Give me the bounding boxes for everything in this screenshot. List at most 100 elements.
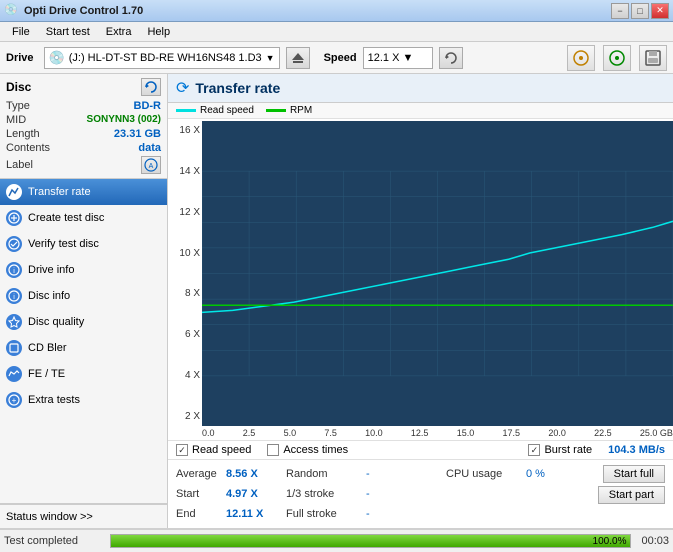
burst-rate-checkbox-box[interactable] (528, 444, 540, 456)
y-label-7: 2 X (174, 411, 200, 422)
y-label-0: 16 X (174, 125, 200, 136)
disc-button-1[interactable] (567, 45, 595, 71)
full-stroke-label: Full stroke (286, 508, 366, 520)
x-label-7: 17.5 (503, 428, 521, 438)
y-label-6: 4 X (174, 370, 200, 381)
progress-bar: 100.0% (110, 534, 631, 548)
x-label-3: 7.5 (324, 428, 337, 438)
nav-create-test-disc[interactable]: Create test disc (0, 205, 167, 231)
progress-text: 100.0% (593, 535, 627, 549)
cpu-usage-value: 0 % (526, 468, 586, 480)
read-speed-color (176, 109, 196, 112)
maximize-button[interactable]: □ (631, 3, 649, 19)
drive-label: Drive (6, 52, 34, 64)
nav-fe-te[interactable]: FE / TE (0, 361, 167, 387)
nav-cd-bler[interactable]: CD Bler (0, 335, 167, 361)
eject-button[interactable] (286, 47, 310, 69)
x-label-2: 5.0 (284, 428, 297, 438)
mid-value: SONYNN3 (002) (87, 114, 161, 126)
disc-info-icon: i (6, 288, 22, 304)
read-speed-checkbox-box[interactable] (176, 444, 188, 456)
speed-selector[interactable]: 12.1 X ▼ (363, 47, 433, 69)
cpu-usage-label: CPU usage (446, 468, 526, 480)
y-axis: 16 X 14 X 12 X 10 X 8 X 6 X 4 X 2 X (174, 121, 202, 438)
refresh-speed-button[interactable] (439, 47, 463, 69)
end-stat-label: End (176, 508, 226, 520)
nav-drive-info[interactable]: i Drive info (0, 257, 167, 283)
save-button[interactable] (639, 45, 667, 71)
drive-info-icon: i (6, 262, 22, 278)
menu-help[interactable]: Help (139, 24, 178, 40)
full-stroke-value: - (366, 508, 426, 520)
menu-file[interactable]: File (4, 24, 38, 40)
disc-refresh-button[interactable] (141, 78, 161, 96)
stats-area: Average 8.56 X Random - CPU usage 0 % St… (168, 459, 673, 528)
nav-create-test-disc-label: Create test disc (28, 212, 104, 224)
chart-legend: Read speed RPM (168, 103, 673, 119)
length-label: Length (6, 128, 40, 140)
extra-tests-icon: + (6, 392, 22, 408)
start-part-button[interactable]: Start part (598, 486, 665, 504)
svg-text:+: + (12, 396, 17, 405)
nav-transfer-rate[interactable]: Transfer rate (0, 179, 167, 205)
nav-drive-info-label: Drive info (28, 264, 74, 276)
start-full-button[interactable]: Start full (603, 465, 665, 483)
menu-extra[interactable]: Extra (98, 24, 140, 40)
drive-selector[interactable]: 💿 (J:) HL-DT-ST BD-RE WH16NS48 1.D3 ▼ (44, 47, 280, 69)
random-value: - (366, 468, 426, 480)
cd-bler-icon (6, 340, 22, 356)
disc-panel-title: Disc (6, 80, 31, 94)
chart-icon: ⟳ (176, 78, 189, 98)
app-icon: 💿 (4, 3, 20, 19)
window-controls: − □ ✕ (611, 3, 669, 19)
status-bar: Test completed 100.0% 00:03 (0, 528, 673, 552)
type-value: BD-R (134, 100, 162, 112)
nav-disc-quality[interactable]: Disc quality (0, 309, 167, 335)
nav-disc-info-label: Disc info (28, 290, 70, 302)
disc-button-2[interactable] (603, 45, 631, 71)
label-icon-button[interactable]: A (141, 156, 161, 174)
x-label-5: 12.5 (411, 428, 429, 438)
menu-start-test[interactable]: Start test (38, 24, 98, 40)
fe-te-icon (6, 366, 22, 382)
label-label: Label (6, 159, 33, 171)
nav-cd-bler-label: CD Bler (28, 342, 67, 354)
legend-rpm: RPM (266, 105, 312, 116)
legend-read-speed: Read speed (176, 105, 254, 116)
x-label-8: 20.0 (548, 428, 566, 438)
access-times-checkbox-box[interactable] (267, 444, 279, 456)
type-label: Type (6, 100, 30, 112)
stats-row-average: Average 8.56 X Random - CPU usage 0 % St… (176, 464, 665, 484)
nav-disc-info[interactable]: i Disc info (0, 283, 167, 309)
rpm-color (266, 109, 286, 112)
y-label-2: 12 X (174, 207, 200, 218)
stroke13-value: - (366, 488, 426, 500)
read-speed-checkbox[interactable]: Read speed (176, 444, 251, 456)
chart-wrapper: 16 X 14 X 12 X 10 X 8 X 6 X 4 X 2 X (168, 119, 673, 440)
disc-quality-icon (6, 314, 22, 330)
nav-fe-te-label: FE / TE (28, 368, 65, 380)
burst-rate-checkbox[interactable]: Burst rate (528, 444, 592, 456)
minimize-button[interactable]: − (611, 3, 629, 19)
y-label-1: 14 X (174, 166, 200, 177)
x-label-1: 2.5 (243, 428, 256, 438)
y-label-5: 6 X (174, 329, 200, 340)
disc-panel: Disc Type BD-R MID SONYNN3 (002) Length … (0, 74, 167, 179)
nav-verify-test-disc[interactable]: Verify test disc (0, 231, 167, 257)
create-test-disc-icon (6, 210, 22, 226)
nav-extra-tests[interactable]: + Extra tests (0, 387, 167, 413)
rpm-legend-label: RPM (290, 105, 312, 116)
eject-icon (291, 51, 305, 65)
start-stat-label: Start (176, 488, 226, 500)
close-button[interactable]: ✕ (651, 3, 669, 19)
nav-transfer-rate-label: Transfer rate (28, 186, 91, 198)
status-time: 00:03 (641, 535, 669, 547)
title-bar: 💿 Opti Drive Control 1.70 − □ ✕ (0, 0, 673, 22)
status-window-item[interactable]: Status window >> (0, 504, 167, 528)
refresh-icon (444, 51, 458, 65)
access-times-checkbox[interactable]: Access times (267, 444, 348, 456)
menu-bar: File Start test Extra Help (0, 22, 673, 42)
app-title: Opti Drive Control 1.70 (24, 5, 611, 17)
label-icon: A (144, 158, 158, 172)
length-value: 23.31 GB (114, 128, 161, 140)
